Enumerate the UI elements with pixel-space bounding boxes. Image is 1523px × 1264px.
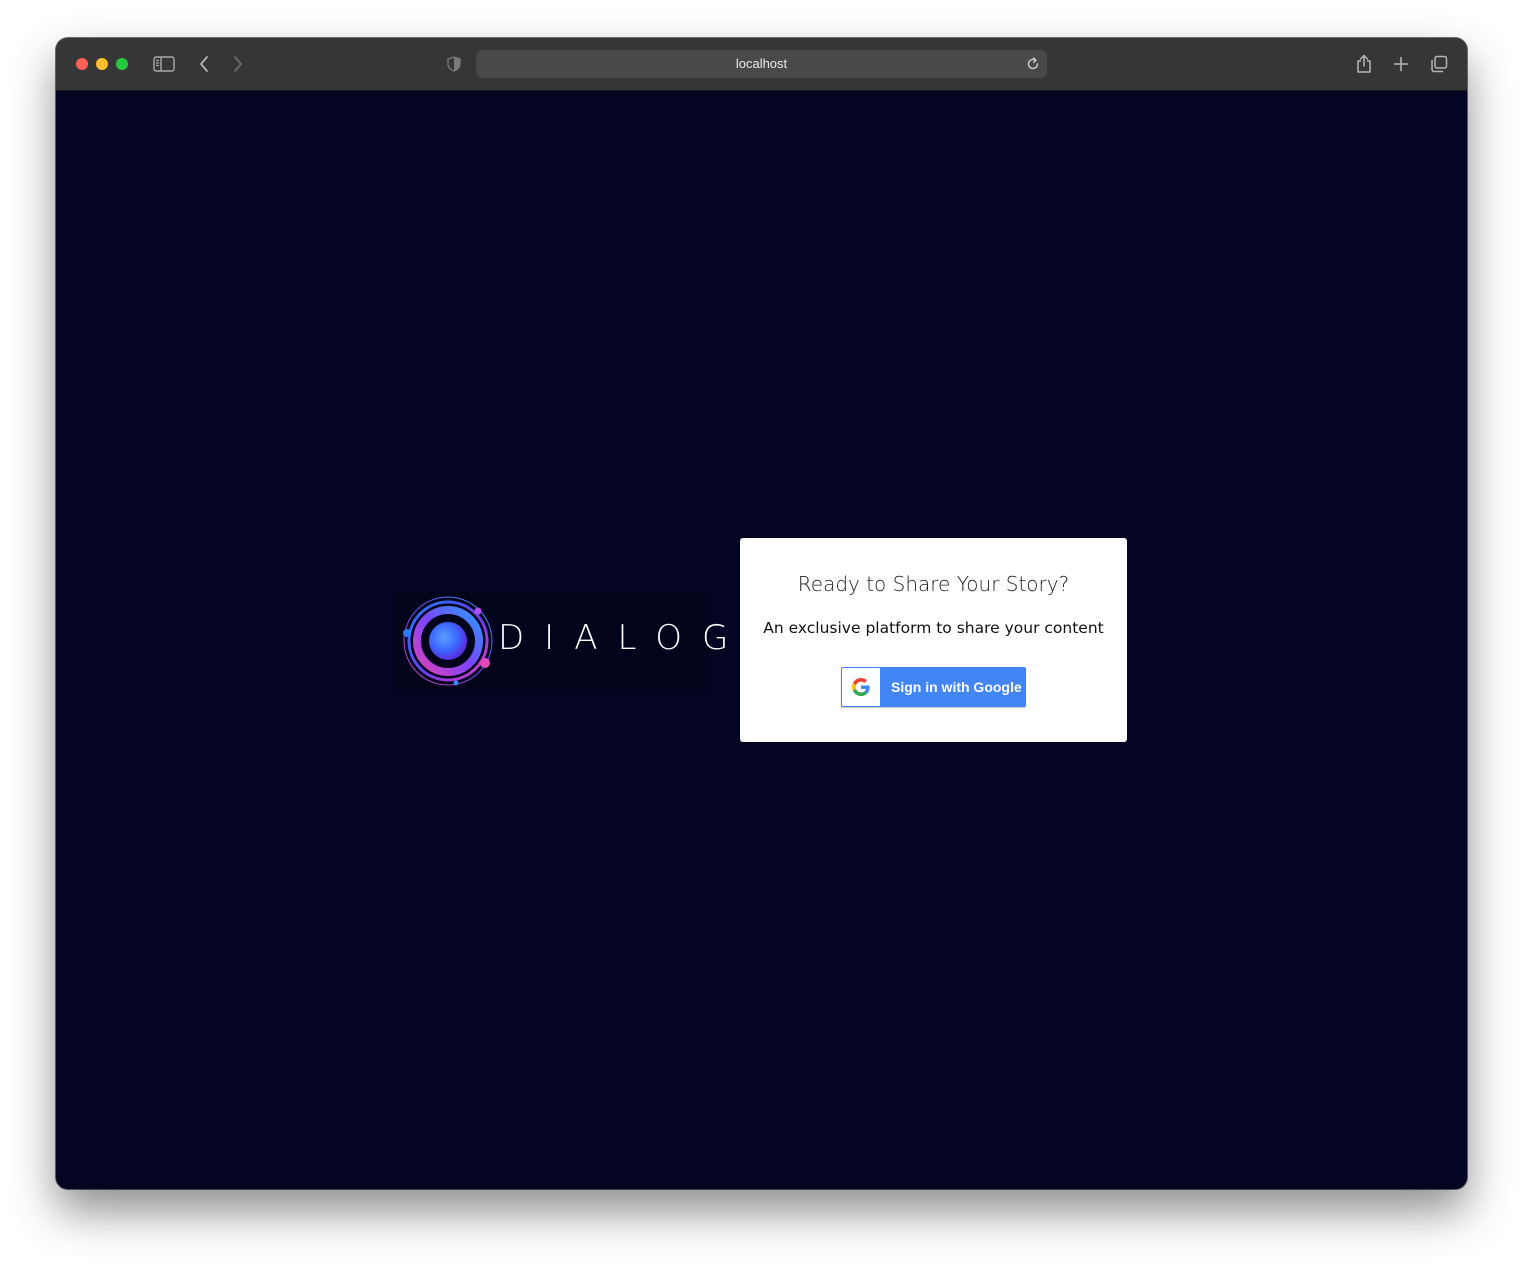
url-text: localhost (735, 56, 788, 71)
page-content: DIALOG Ready to Share Your Story? An exc… (56, 91, 1467, 1189)
forward-chevron-icon[interactable] (226, 52, 250, 76)
reload-icon[interactable] (1025, 56, 1041, 72)
maximize-dot-icon[interactable] (116, 58, 128, 70)
back-chevron-icon[interactable] (192, 52, 216, 76)
browser-toolbar: localhost (56, 38, 1467, 91)
sidebar-icon[interactable] (152, 52, 176, 76)
browser-window: localhost DIALOG Ready to Share Your Sto… (56, 38, 1467, 1189)
card-subtitle: An exclusive platform to share your cont… (763, 619, 1104, 637)
tab-overview-icon[interactable] (1427, 52, 1451, 76)
plus-icon[interactable] (1389, 52, 1413, 76)
minimize-dot-icon[interactable] (96, 58, 108, 70)
shield-icon[interactable] (442, 52, 466, 76)
close-dot-icon[interactable] (76, 58, 88, 70)
dialog-logo: DIALOG (396, 591, 728, 691)
share-icon[interactable] (1352, 52, 1376, 76)
card-title: Ready to Share Your Story? (797, 572, 1070, 596)
google-icon-container (842, 668, 880, 706)
google-g-icon (852, 678, 870, 696)
address-bar[interactable]: localhost (476, 50, 1047, 78)
google-signin-label: Sign in with Google (891, 679, 1022, 695)
google-signin-button[interactable]: Sign in with Google (841, 667, 1026, 707)
logo-wordmark: DIALOG (498, 618, 749, 658)
orbit-logo-icon (403, 596, 493, 686)
signin-card: Ready to Share Your Story? An exclusive … (740, 538, 1127, 742)
